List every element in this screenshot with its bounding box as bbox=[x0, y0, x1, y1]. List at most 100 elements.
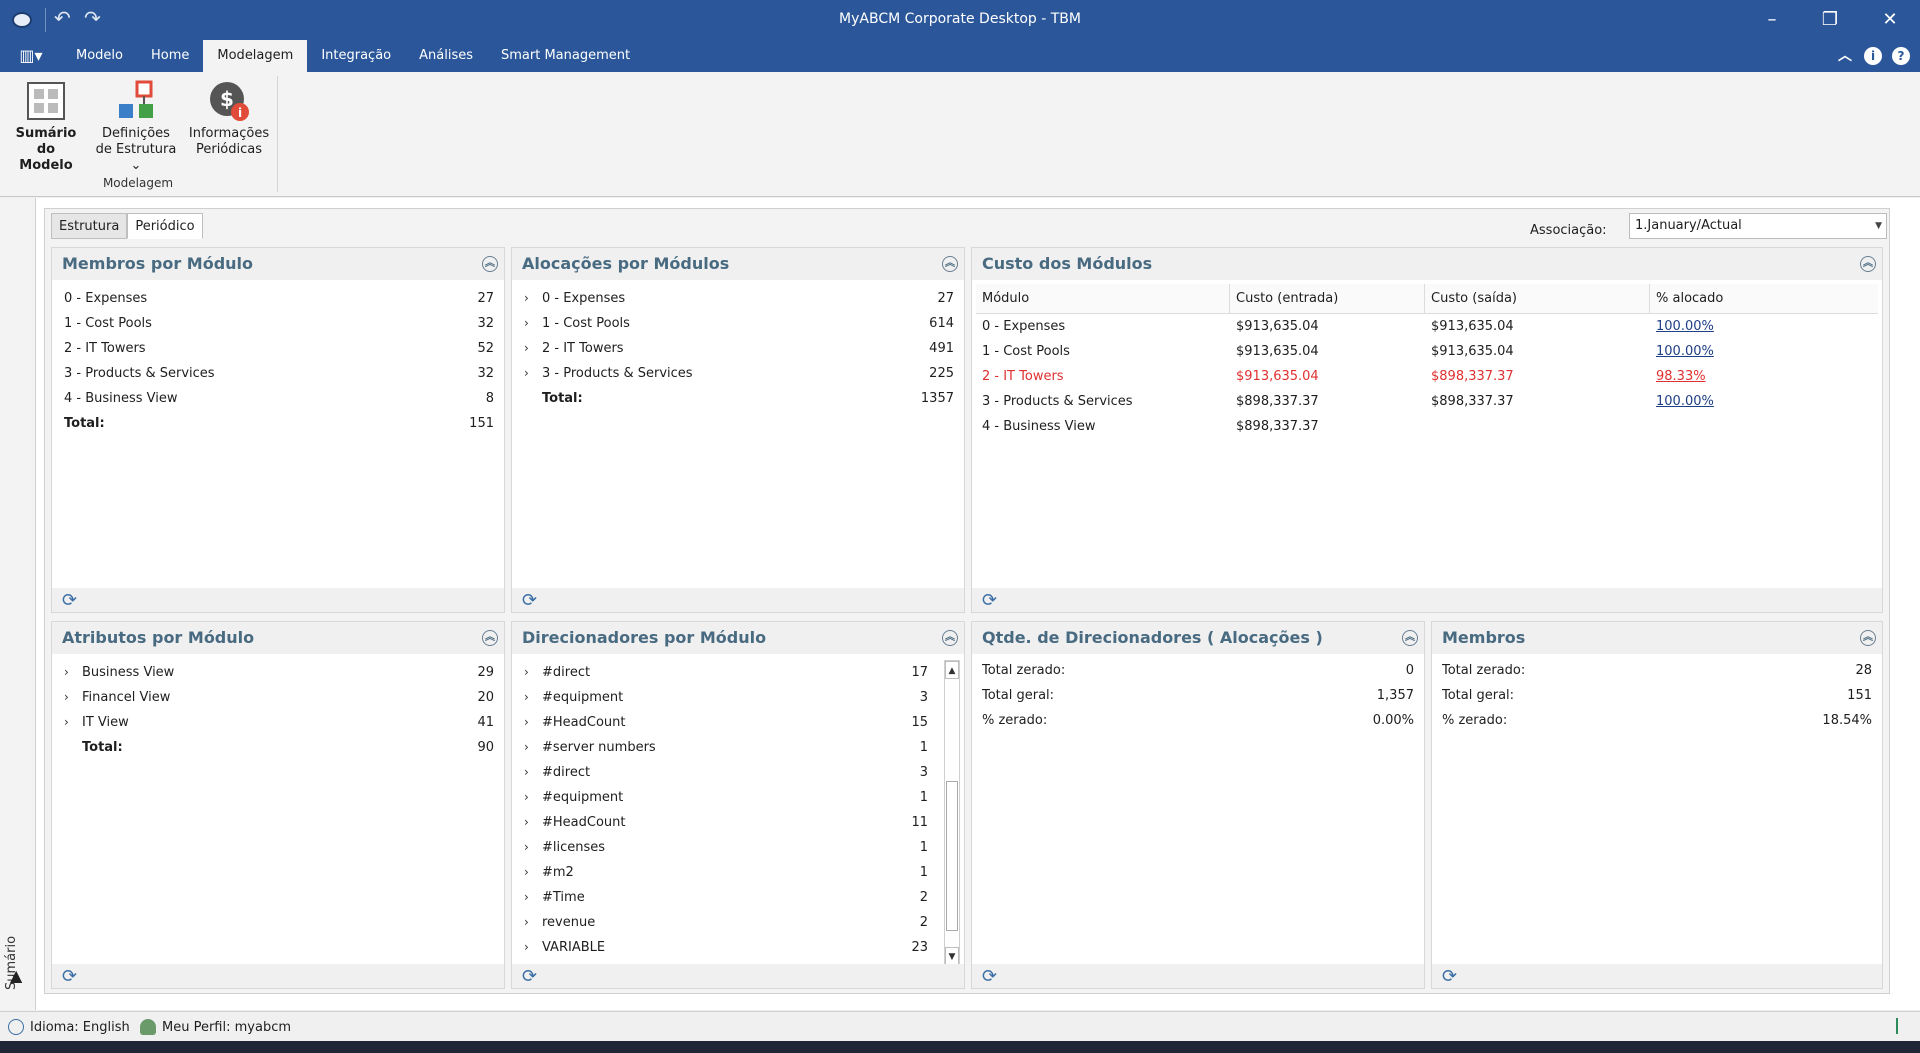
collapse-icon[interactable]: ︽ bbox=[482, 256, 498, 272]
table-row[interactable]: 3 - Products & Services $898,337.37 $898… bbox=[976, 389, 1878, 414]
collapse-icon[interactable]: ︽ bbox=[942, 630, 958, 646]
list-item[interactable]: › IT View 41 bbox=[52, 710, 504, 735]
row-value: 1 bbox=[919, 790, 928, 805]
column-header[interactable]: Custo (entrada) bbox=[1230, 284, 1425, 313]
tab-estrutura[interactable]: Estrutura bbox=[51, 213, 128, 239]
chevron-right-icon[interactable]: › bbox=[524, 685, 529, 710]
refresh-icon[interactable]: ⟳ bbox=[62, 966, 77, 987]
collapse-icon[interactable]: ︽ bbox=[1860, 256, 1876, 272]
panel-title: Custo dos Módulos bbox=[982, 254, 1153, 273]
list-item[interactable]: › 1 - Cost Pools 614 bbox=[512, 311, 964, 336]
list-item[interactable]: › #licenses 1 bbox=[512, 835, 938, 860]
list-item[interactable]: › 2 - IT Towers 491 bbox=[512, 336, 964, 361]
help-icon[interactable]: ? bbox=[1892, 47, 1910, 65]
scroll-thumb[interactable] bbox=[946, 781, 958, 931]
chevron-right-icon[interactable]: › bbox=[524, 785, 529, 810]
refresh-icon[interactable]: ⟳ bbox=[1442, 966, 1457, 987]
list-item[interactable]: › Business View 29 bbox=[52, 660, 504, 685]
scroll-up-icon[interactable]: ▲ bbox=[945, 661, 959, 679]
chevron-right-icon[interactable]: › bbox=[524, 860, 529, 885]
view-menu-icon[interactable]: ▥▾ bbox=[0, 40, 62, 72]
table-row-highlighted[interactable]: 2 - IT Towers $913,635.04 $898,337.37 98… bbox=[976, 364, 1878, 389]
restore-button[interactable]: ❐ bbox=[1808, 6, 1852, 34]
collapse-icon[interactable]: ︽ bbox=[1402, 630, 1418, 646]
language-status[interactable]: Idioma: English bbox=[8, 1019, 130, 1035]
chevron-right-icon[interactable]: › bbox=[524, 286, 529, 311]
refresh-icon[interactable]: ⟳ bbox=[982, 966, 997, 987]
chevron-right-icon[interactable]: › bbox=[524, 311, 529, 336]
chevron-right-icon[interactable]: › bbox=[524, 361, 529, 386]
profile-status[interactable]: Meu Perfil: myabcm bbox=[140, 1019, 291, 1035]
collapse-ribbon-icon[interactable]: ︿ bbox=[1836, 47, 1854, 65]
cell-alocado-link[interactable]: 100.00% bbox=[1656, 344, 1714, 359]
tab-modelagem[interactable]: Modelagem bbox=[203, 40, 308, 73]
table-row[interactable]: 0 - Expenses $913,635.04 $913,635.04 100… bbox=[976, 314, 1878, 339]
list-item[interactable]: › #HeadCount 11 bbox=[512, 810, 938, 835]
chevron-right-icon[interactable]: › bbox=[524, 660, 529, 685]
column-header[interactable]: % alocado bbox=[1650, 284, 1876, 313]
column-header[interactable]: Custo (saída) bbox=[1425, 284, 1650, 313]
close-button[interactable]: ✕ bbox=[1868, 6, 1912, 34]
chevron-right-icon[interactable]: › bbox=[64, 710, 69, 735]
collapse-icon[interactable]: ︽ bbox=[482, 630, 498, 646]
table-row[interactable]: 1 - Cost Pools $913,635.04 $913,635.04 1… bbox=[976, 339, 1878, 364]
tab-analises[interactable]: Análises bbox=[405, 40, 487, 72]
list-item[interactable]: › revenue 2 bbox=[512, 910, 938, 935]
stat-value: 0 bbox=[1405, 663, 1414, 678]
collapse-icon[interactable]: ︽ bbox=[942, 256, 958, 272]
list-item[interactable]: › #m2 1 bbox=[512, 860, 938, 885]
cell-alocado-link[interactable]: 100.00% bbox=[1656, 394, 1714, 409]
svg-text:i: i bbox=[238, 106, 242, 120]
chevron-right-icon[interactable]: › bbox=[524, 935, 529, 960]
chevron-right-icon[interactable]: › bbox=[524, 735, 529, 760]
tab-home[interactable]: Home bbox=[137, 40, 203, 72]
list-item[interactable]: › 3 - Products & Services 225 bbox=[512, 361, 964, 386]
cell-alocado-link[interactable]: 98.33% bbox=[1656, 369, 1706, 384]
chevron-right-icon[interactable]: › bbox=[524, 885, 529, 910]
chevron-right-icon[interactable]: › bbox=[524, 810, 529, 835]
cell-alocado-link[interactable]: 100.00% bbox=[1656, 319, 1714, 334]
structure-definitions-line1: Definições bbox=[102, 126, 170, 141]
chevron-right-icon[interactable]: › bbox=[64, 685, 69, 710]
collapse-icon[interactable]: ︽ bbox=[1860, 630, 1876, 646]
list-item[interactable]: › #equipment 1 bbox=[512, 785, 938, 810]
list-item[interactable]: › #Time 2 bbox=[512, 885, 938, 910]
chevron-right-icon[interactable]: › bbox=[524, 760, 529, 785]
list-item[interactable]: › #HeadCount 15 bbox=[512, 710, 938, 735]
list-item[interactable]: › #server numbers 1 bbox=[512, 735, 938, 760]
tab-smart-management[interactable]: Smart Management bbox=[487, 40, 644, 72]
list-item[interactable]: › #equipment 3 bbox=[512, 685, 938, 710]
scroll-down-icon[interactable]: ▼ bbox=[945, 947, 959, 965]
summary-sidebar[interactable]: Sumário ▲ bbox=[0, 198, 36, 1010]
table-row[interactable]: 4 - Business View $898,337.37 bbox=[976, 414, 1878, 439]
chevron-right-icon[interactable]: › bbox=[64, 660, 69, 685]
structure-definitions-button[interactable]: Definições de Estrutura ⌄ bbox=[90, 80, 182, 174]
tab-periodico[interactable]: Periódico bbox=[127, 213, 203, 239]
refresh-icon[interactable]: ⟳ bbox=[982, 590, 997, 611]
total-label: Total: bbox=[542, 391, 583, 406]
chevron-right-icon[interactable]: › bbox=[524, 910, 529, 935]
column-header[interactable]: Módulo bbox=[976, 284, 1230, 313]
triangle-up-icon[interactable]: ▲ bbox=[10, 966, 22, 985]
flag-icon[interactable] bbox=[1896, 1018, 1908, 1034]
tab-modelo[interactable]: Modelo bbox=[62, 40, 137, 72]
chevron-right-icon[interactable]: › bbox=[524, 710, 529, 735]
tab-integracao[interactable]: Integração bbox=[307, 40, 405, 72]
list-item[interactable]: › #direct 17 bbox=[512, 660, 938, 685]
info-icon[interactable]: i bbox=[1864, 47, 1882, 65]
chevron-right-icon[interactable]: › bbox=[524, 336, 529, 361]
list-item[interactable]: › 0 - Expenses 27 bbox=[512, 286, 964, 311]
list-item[interactable]: › Financel View 20 bbox=[52, 685, 504, 710]
list-item[interactable]: › #direct 3 bbox=[512, 760, 938, 785]
refresh-icon[interactable]: ⟳ bbox=[62, 590, 77, 611]
refresh-icon[interactable]: ⟳ bbox=[522, 590, 537, 611]
list-item[interactable]: › VARIABLE 23 bbox=[512, 935, 938, 960]
periodic-info-button[interactable]: $ i Informações Periódicas bbox=[186, 80, 272, 158]
chevron-right-icon[interactable]: › bbox=[524, 835, 529, 860]
model-summary-button[interactable]: Sumário do Modelo bbox=[8, 80, 84, 174]
list-item: 2 - IT Towers 52 bbox=[52, 336, 504, 361]
vertical-scrollbar[interactable]: ▲ ▼ bbox=[944, 660, 960, 966]
association-select[interactable]: 1.January/Actual ▼ bbox=[1629, 213, 1887, 239]
minimize-button[interactable]: – bbox=[1750, 6, 1794, 34]
refresh-icon[interactable]: ⟳ bbox=[522, 966, 537, 987]
